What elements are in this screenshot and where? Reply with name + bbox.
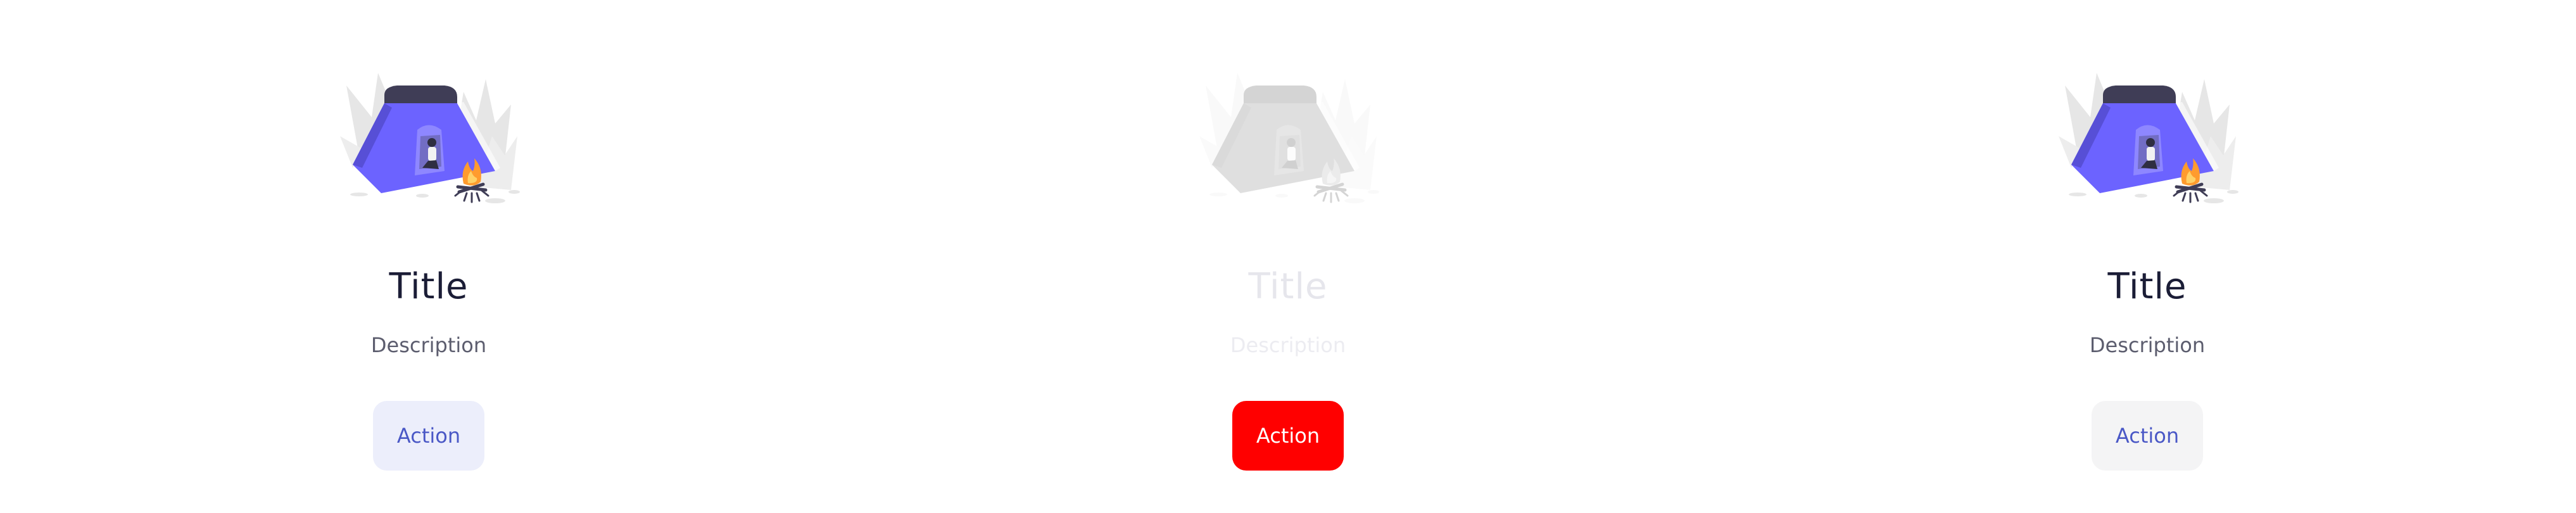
empty-state-description: Description [2089,333,2206,357]
empty-state-title: Title [1248,266,1328,307]
empty-state-title: Title [2107,266,2187,307]
empty-state-card-1: Title Description Action [239,0,619,513]
empty-state-title: Title [389,266,469,307]
action-button[interactable]: Action [1232,401,1344,471]
action-button[interactable]: Action [373,401,484,471]
camping-tent-icon [2052,60,2242,206]
empty-state-card-2: Title Description Action [1098,0,1478,513]
empty-state-description: Description [1230,333,1346,357]
camping-tent-icon [1193,60,1383,206]
action-button[interactable]: Action [2092,401,2203,471]
empty-state-description: Description [370,333,487,357]
camping-tent-icon [334,60,524,206]
empty-state-card-3: Title Description Action [1957,0,2337,513]
